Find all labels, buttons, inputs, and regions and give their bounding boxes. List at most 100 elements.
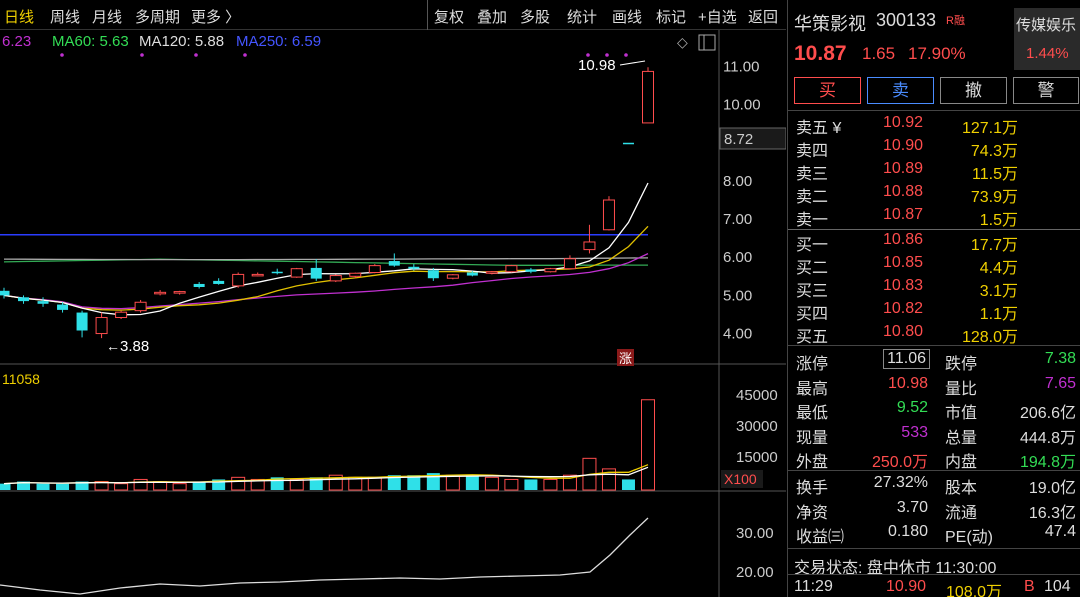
bid-level-price[interactable]: 10.80 (883, 323, 923, 341)
ask-level-price[interactable]: 10.88 (883, 183, 923, 201)
candle-body (485, 271, 498, 274)
volume-unit: X100 (724, 471, 757, 487)
ask-level-price[interactable]: 10.89 (883, 160, 923, 178)
chart-toolbar: 日线 周线 月线 多周期 更多 〉 复权 叠加 多股 统计 画线 标记 +自选 … (0, 0, 786, 30)
price-axis-label: 8.00 (723, 173, 752, 190)
tab-multi-stock[interactable]: 多股 (520, 6, 550, 27)
bid-level-price[interactable]: 10.86 (883, 231, 923, 249)
stat-value: 533 (901, 423, 928, 441)
bid-level-volume: 17.7万 (970, 237, 1018, 254)
ask-level-label: 卖二 (796, 189, 829, 206)
volume-label: 11058 (2, 371, 40, 387)
stat-label: 内盘 (945, 454, 978, 471)
tab-multi-period[interactable]: 多周期 (135, 6, 180, 27)
diamond-icon[interactable]: ◇ (677, 34, 688, 50)
candle-body (408, 266, 420, 269)
bid-level-price[interactable]: 10.85 (883, 254, 923, 272)
ask-level-price[interactable]: 10.92 (883, 114, 923, 132)
candle-body (329, 275, 342, 282)
tab-weekly[interactable]: 周线 (50, 6, 80, 27)
low-annotation: 3.88 (120, 338, 149, 355)
candle-body (0, 290, 10, 296)
divider (788, 574, 1080, 575)
fin-label: PE(动) (945, 529, 994, 546)
low-arrow: ← (106, 338, 120, 354)
candle-body (388, 261, 400, 266)
candle-body (368, 265, 381, 273)
candle-body (563, 258, 576, 270)
cancel-order-button[interactable]: 撤 (940, 77, 1007, 104)
candle-body (76, 312, 88, 331)
high-annotation: 10.98 (578, 57, 616, 74)
divider (788, 229, 1080, 230)
ask-level-price[interactable]: 10.90 (883, 137, 923, 155)
window-icon[interactable] (698, 34, 716, 51)
kline-chart[interactable]: 6.23 MA60: 5.63 MA120: 5.88 MA250: 6.59 … (0, 30, 786, 597)
ask-level-price[interactable]: 10.87 (883, 206, 923, 224)
tab-draw[interactable]: 画线 (612, 6, 642, 27)
tab-more[interactable]: 更多 〉 (191, 6, 240, 27)
tab-daily[interactable]: 日线 (4, 6, 34, 27)
event-marker (60, 53, 64, 57)
indicator-line (0, 517, 649, 595)
ask-level-volume: 1.5万 (979, 212, 1018, 229)
candle-body (583, 241, 596, 251)
fin-value: 19.0亿 (1028, 480, 1076, 497)
candle-body (57, 304, 69, 310)
candle-body (466, 272, 478, 276)
stat-value: 10.98 (887, 374, 928, 392)
tick-time: 11:29 (794, 578, 833, 595)
candle-body (271, 271, 283, 274)
fin-label: 收益㈢ (796, 529, 845, 546)
ma5-line (3, 182, 649, 316)
stat-label: 现量 (796, 429, 829, 447)
alert-button[interactable]: 警 (1013, 77, 1079, 104)
fin-label: 净资 (796, 504, 829, 522)
limit-up-label: 涨 (619, 351, 632, 366)
sell-button[interactable]: 卖 (867, 77, 934, 104)
ask-level-label: 卖三 (796, 166, 829, 183)
candle-body (427, 270, 439, 279)
price-marker: 8.72 (724, 131, 753, 148)
fin-label: 流通 (945, 504, 978, 522)
fin-value: 27.32% (873, 474, 928, 491)
fin-label: 股本 (945, 480, 978, 497)
tab-overlay[interactable]: 叠加 (477, 6, 507, 27)
bid-level-price[interactable]: 10.83 (883, 277, 923, 295)
tab-add-watchlist[interactable]: +自选 (698, 6, 737, 27)
candle-body (642, 70, 654, 124)
tab-stats[interactable]: 统计 (567, 6, 597, 27)
volume-axis-label: 15000 (736, 449, 778, 466)
candle-body (193, 283, 205, 287)
bid-level-volume: 128.0万 (961, 329, 1018, 346)
divider (788, 110, 1080, 111)
tab-adjust[interactable]: 复权 (434, 6, 464, 27)
volume-bar (641, 399, 655, 491)
bid-level-price[interactable]: 10.82 (883, 300, 923, 318)
candle-body (232, 273, 245, 287)
stat-value: 194.8万 (1019, 454, 1076, 471)
volume-bar (0, 483, 11, 490)
tab-back[interactable]: 返回 (748, 6, 778, 27)
stock-code: 300133 (876, 10, 937, 30)
price-axis-label: 5.00 (723, 287, 752, 304)
stat-value: 11.06 (883, 349, 930, 369)
candles (0, 67, 654, 339)
buy-button[interactable]: 买 (794, 77, 861, 104)
divider (788, 548, 1080, 549)
tab-mark[interactable]: 标记 (656, 6, 686, 27)
price-change: 1.65 (862, 44, 896, 63)
fin-value: 0.180 (887, 523, 928, 540)
sector-change: 1.44% (1026, 45, 1069, 62)
stat-value: 444.8万 (1019, 429, 1076, 447)
ma-legend-ma20: 6.23 (2, 33, 31, 50)
candle-body (154, 291, 167, 295)
toolbar-divider (427, 0, 428, 30)
bid-level-volume: 3.1万 (979, 283, 1018, 300)
volume-axis-label: 45000 (736, 387, 778, 404)
ask-level-volume: 11.5万 (972, 166, 1018, 183)
ask-level-volume: 127.1万 (961, 120, 1018, 137)
event-marker (194, 53, 198, 57)
event-markers (60, 53, 628, 57)
tab-monthly[interactable]: 月线 (92, 6, 122, 27)
